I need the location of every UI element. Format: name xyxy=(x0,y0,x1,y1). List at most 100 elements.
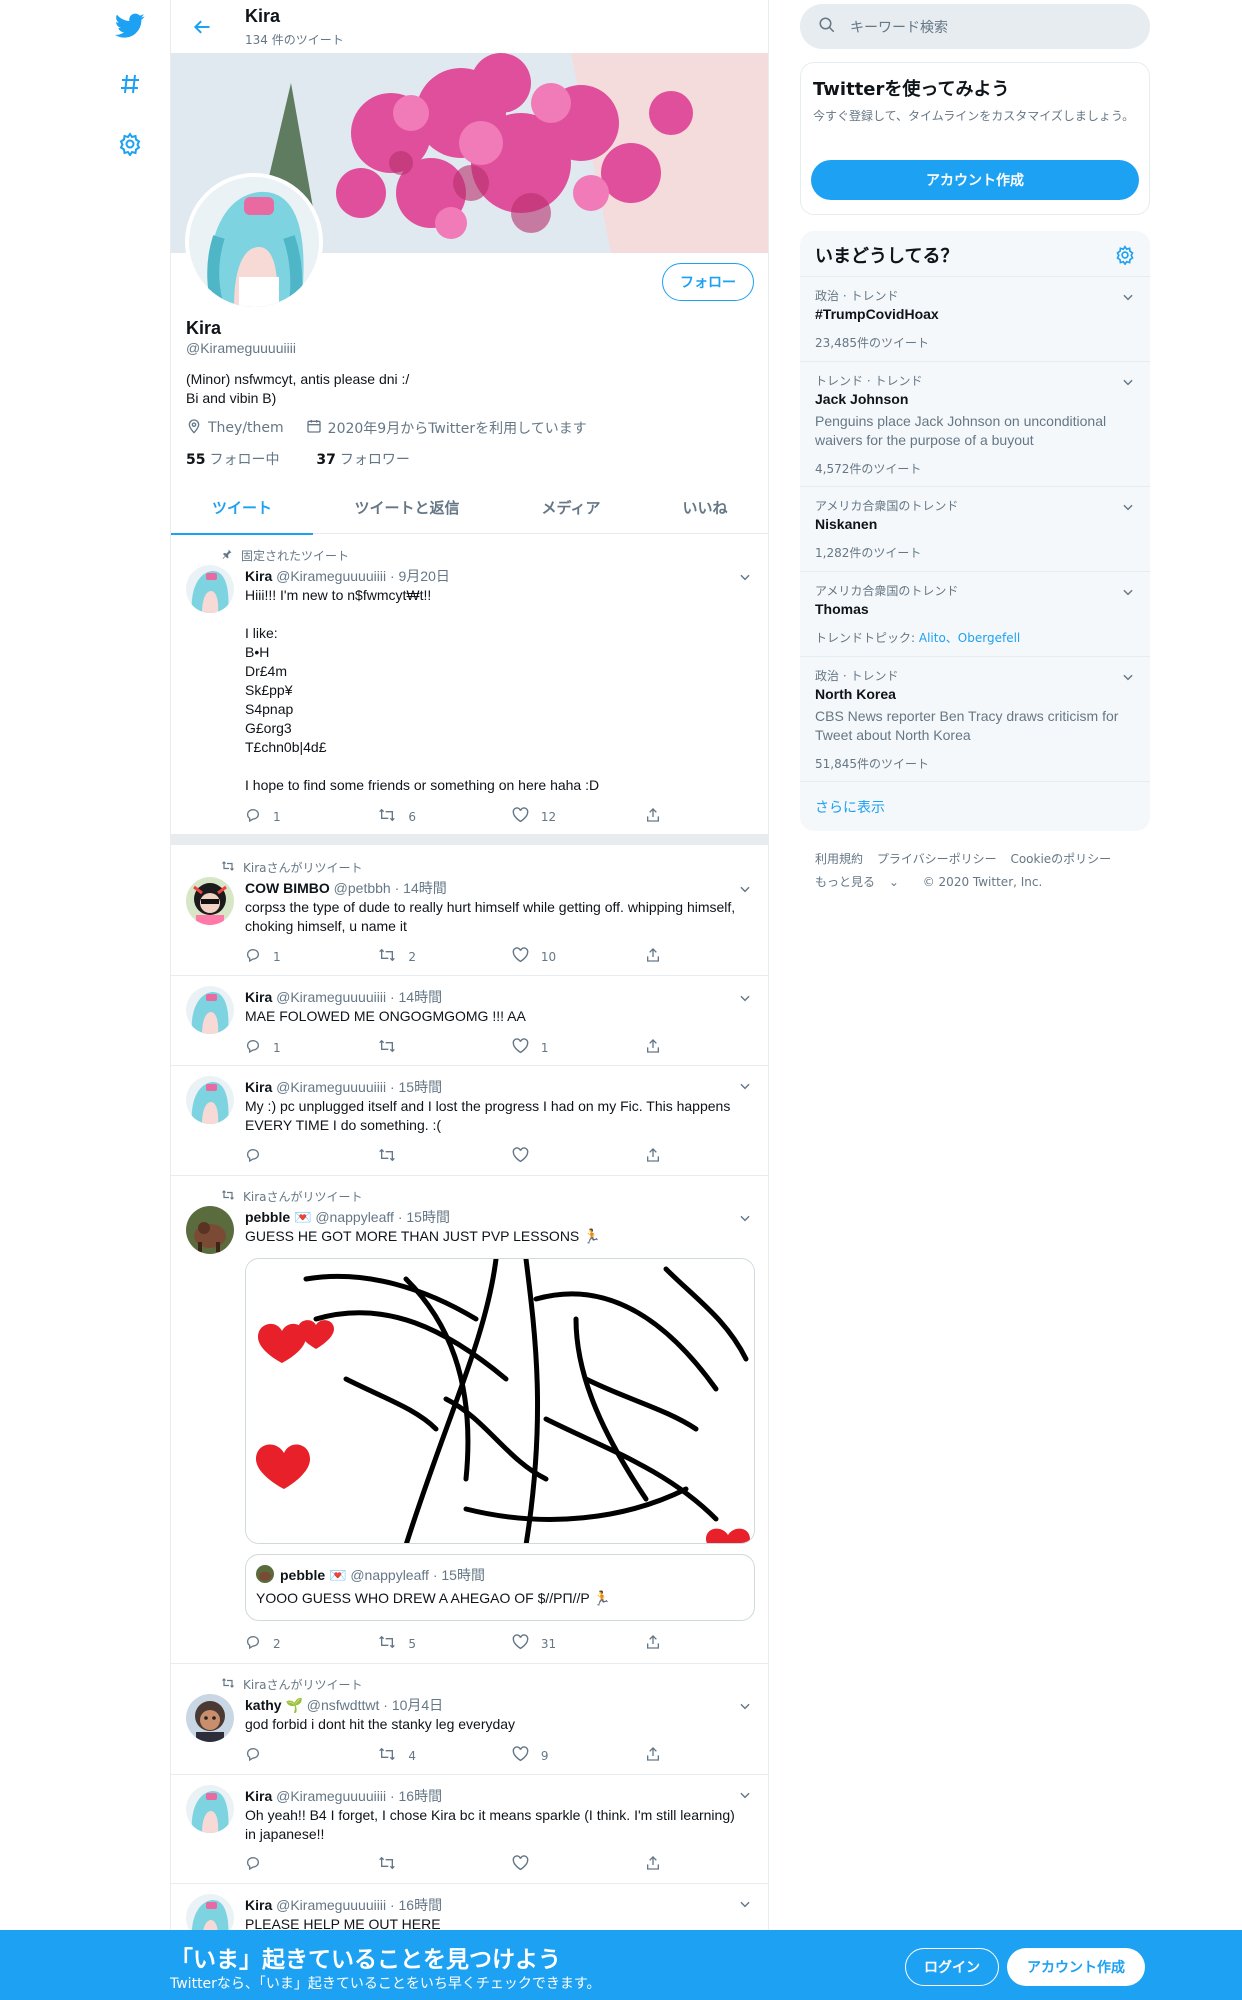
heart-icon xyxy=(512,947,529,966)
retweet-context: Kiraさんがリツイート xyxy=(221,1676,363,1693)
tab-media[interactable]: メディア xyxy=(501,480,641,534)
reply-button[interactable]: 1 xyxy=(245,947,378,966)
tab-tweets-replies[interactable]: ツイートと返信 xyxy=(313,480,501,534)
tab-likes[interactable]: いいね xyxy=(641,480,768,534)
search-box[interactable]: キーワード検索 xyxy=(800,4,1150,49)
reply-button[interactable] xyxy=(245,1147,378,1166)
retweet-button[interactable] xyxy=(378,1855,511,1874)
like-button[interactable] xyxy=(512,1855,645,1874)
cookie-link[interactable]: Cookieのポリシー xyxy=(1010,852,1111,866)
chevron-down-icon[interactable] xyxy=(1121,374,1135,393)
tweet-avatar[interactable] xyxy=(186,986,234,1034)
trends-settings-gear-icon[interactable] xyxy=(1115,245,1135,269)
settings-gear-icon[interactable] xyxy=(110,124,150,164)
tweet-item[interactable]: 固定されたツイート Kira @Kirameguuuuiiii · 9月20日 … xyxy=(171,535,768,835)
reply-button[interactable]: 1 xyxy=(245,1038,378,1057)
chevron-down-icon: ⌄ xyxy=(888,875,899,889)
retweet-icon xyxy=(221,860,235,875)
share-button[interactable] xyxy=(645,1038,665,1057)
tweet-media-image[interactable] xyxy=(245,1258,755,1544)
tweet-item[interactable]: Kiraさんがリツイート COW BIMBO @petbbh · 14時間 co… xyxy=(171,845,768,976)
terms-link[interactable]: 利用規約 xyxy=(815,852,863,866)
signup-title: Twitterを使ってみよう xyxy=(813,79,1010,100)
reply-icon xyxy=(245,947,261,966)
copyright: © 2020 Twitter, Inc. xyxy=(922,875,1043,889)
chevron-down-icon[interactable] xyxy=(1121,289,1135,308)
tweet-item[interactable]: Kira @Kirameguuuuiiii · 16時間 Oh yeah!! B… xyxy=(171,1775,768,1884)
create-account-button[interactable]: アカウント作成 xyxy=(811,160,1139,200)
like-button[interactable] xyxy=(512,1147,645,1166)
tweet-header: Kira @Kirameguuuuiiii · 16時間 xyxy=(245,1788,443,1804)
trend-item[interactable]: アメリカ合衆国のトレンド Thomas トレンドトピック: Alito、Ober… xyxy=(800,571,1150,656)
trend-item[interactable]: アメリカ合衆国のトレンド Niskanen 1,282件のツイート xyxy=(800,486,1150,571)
profile-follow-stats: 55 フォロー中 37 フォロワー xyxy=(186,449,410,469)
reply-button[interactable]: 2 xyxy=(245,1634,378,1653)
share-button[interactable] xyxy=(645,947,665,966)
tweet-item[interactable]: Kiraさんがリツイート pebble 💌 @nappyleaff · 15時間… xyxy=(171,1176,768,1664)
tweet-header: pebble 💌 @nappyleaff · 15時間 xyxy=(245,1209,450,1225)
trend-item[interactable]: 政治 · トレンド North Korea CBS News reporter … xyxy=(800,656,1150,781)
followers-link[interactable]: 37 フォロワー xyxy=(316,452,409,468)
more-link[interactable]: もっと見る ⌄ xyxy=(815,875,909,889)
tweet-avatar[interactable] xyxy=(186,877,234,925)
reply-button[interactable] xyxy=(245,1746,378,1765)
chevron-down-icon[interactable] xyxy=(1121,499,1135,518)
retweet-button[interactable] xyxy=(378,1147,511,1166)
share-icon xyxy=(645,1746,661,1765)
tweet-avatar[interactable] xyxy=(186,1206,234,1254)
share-button[interactable] xyxy=(645,807,665,826)
retweet-button[interactable]: 5 xyxy=(378,1634,511,1653)
trend-item[interactable]: 政治 · トレンド #TrumpCovidHoax 23,485件のツイート xyxy=(800,276,1150,361)
like-button[interactable]: 31 xyxy=(512,1634,645,1653)
signup-card: Twitterを使ってみよう 今すぐ登録して、タイムラインをカスタマイズしましょ… xyxy=(800,62,1150,215)
like-button[interactable]: 10 xyxy=(512,947,645,966)
chevron-down-icon[interactable] xyxy=(1121,584,1135,603)
chevron-down-icon[interactable] xyxy=(1121,669,1135,688)
share-button[interactable] xyxy=(645,1855,665,1874)
tweet-avatar[interactable] xyxy=(186,1076,234,1124)
tweet-avatar[interactable] xyxy=(186,1785,234,1833)
retweet-icon xyxy=(378,1634,396,1653)
show-more-link[interactable]: さらに表示 xyxy=(815,797,885,817)
retweet-button[interactable]: 4 xyxy=(378,1746,511,1765)
share-icon xyxy=(645,807,661,826)
twitter-logo-icon[interactable] xyxy=(110,6,150,46)
search-input[interactable]: キーワード検索 xyxy=(850,17,948,37)
retweet-icon xyxy=(378,807,396,826)
like-button[interactable]: 12 xyxy=(512,807,645,826)
tweet-item[interactable]: Kiraさんがリツイート kathy 🌱 @nsfwdttwt · 10月4日 … xyxy=(171,1664,768,1775)
quoted-tweet[interactable]: pebble 💌 @nappyleaff · 15時間 YOOO GUESS W… xyxy=(245,1554,755,1621)
retweet-button[interactable]: 6 xyxy=(378,807,511,826)
reply-icon xyxy=(245,1038,261,1057)
back-arrow-icon[interactable] xyxy=(187,12,217,42)
share-button[interactable] xyxy=(645,1746,665,1765)
profile-avatar[interactable] xyxy=(185,173,323,311)
retweet-button[interactable]: 2 xyxy=(378,947,511,966)
share-button[interactable] xyxy=(645,1147,665,1166)
retweet-button[interactable] xyxy=(378,1038,511,1057)
tweet-item[interactable]: Kira @Kirameguuuuiiii · 14時間 MAE FOLOWED… xyxy=(171,976,768,1066)
tab-tweets[interactable]: ツイート xyxy=(171,480,313,535)
reply-button[interactable] xyxy=(245,1855,378,1874)
tweet-item[interactable]: Kira @Kirameguuuuiiii · 15時間 My :) pc un… xyxy=(171,1066,768,1176)
like-button[interactable]: 1 xyxy=(512,1038,645,1057)
trend-item[interactable]: トレンド · トレンド Jack Johnson Penguins place … xyxy=(800,361,1150,486)
hashtag-icon[interactable] xyxy=(110,64,150,104)
tweet-actions xyxy=(245,1147,665,1166)
follow-button[interactable]: フォロー xyxy=(662,263,754,301)
retweet-icon xyxy=(378,947,396,966)
following-link[interactable]: 55 フォロー中 xyxy=(186,452,279,468)
like-button[interactable]: 9 xyxy=(512,1746,645,1765)
signup-button[interactable]: アカウント作成 xyxy=(1007,1948,1145,1986)
chevron-down-icon[interactable] xyxy=(738,1078,752,1097)
tweet-avatar[interactable] xyxy=(186,565,234,613)
share-button[interactable] xyxy=(645,1634,665,1653)
chevron-down-icon[interactable] xyxy=(738,1896,752,1915)
login-button[interactable]: ログイン xyxy=(905,1948,999,1986)
reply-button[interactable]: 1 xyxy=(245,807,378,826)
profile-name: Kira xyxy=(186,318,222,338)
privacy-link[interactable]: プライバシーポリシー xyxy=(877,852,997,866)
tweet-avatar[interactable] xyxy=(186,1694,234,1742)
chevron-down-icon[interactable] xyxy=(738,1787,752,1806)
search-icon xyxy=(818,16,836,38)
